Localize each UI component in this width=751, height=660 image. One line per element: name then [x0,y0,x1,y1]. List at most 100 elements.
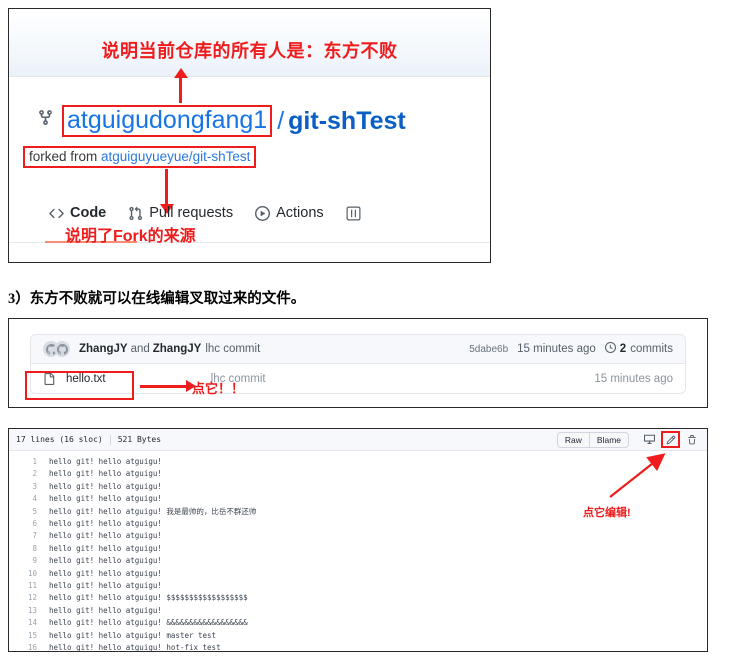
commit-and-label: and [130,343,150,355]
forked-from-label: forked from [29,149,102,164]
file-commit-time: 15 minutes ago [594,372,673,385]
line-number: 6 [32,519,37,529]
commit-message[interactable]: lhc commit [205,343,260,355]
line-number: 8 [32,543,37,553]
repo-name-link[interactable]: git-shTest [288,107,406,136]
blob-byte-size: 521 Bytes [117,435,162,444]
tab-code-label: Code [70,205,107,221]
line-number: 1 [32,457,37,466]
line-content: hello git! hello atguigu! [49,581,162,591]
code-row: 11 hello git! hello atguigu! [9,580,707,592]
line-content: hello git! hello atguigu! [49,543,162,553]
line-number: 11 [27,581,37,591]
repo-owner-link[interactable]: atguigudongfang1 [67,106,267,134]
line-content: hello git! hello atguigu! master test [49,630,217,640]
trash-icon[interactable] [683,432,700,447]
commit-author-secondary[interactable]: ZhangJY [153,343,202,355]
blob-meta: 17 lines (16 sloc) 521 Bytes [16,434,162,445]
code-row: 1 hello git! hello atguigu! [9,456,707,468]
line-number: 3 [32,481,37,491]
line-content: hello git! hello atguigu! 我是最帅的，比岳不群还帅 [49,506,257,516]
line-number: 2 [32,469,37,479]
line-number: 13 [27,605,37,615]
commit-sha[interactable]: 5dabe6b [469,344,508,355]
tab-code[interactable]: Code [49,205,106,221]
fork-icon [37,108,54,133]
repo-nav-tabs: Code Pull requests Actions [49,205,367,221]
annotation-click-it: 点它！！ [192,381,245,396]
code-row: 8 hello git! hello atguigu! [9,543,707,555]
pull-request-icon [128,206,143,221]
annotation-arrow-up-owner [173,68,188,103]
raw-button[interactable]: Raw [558,433,589,447]
line-number: 15 [27,630,37,640]
code-row: 2 hello git! hello atguigu! [9,468,707,480]
code-row: 12 hello git! hello atguigu! $$$$$$$$$$$$… [9,592,707,604]
clock-history-icon [604,342,616,356]
line-content: hello git! hello atguigu! hot-fix test [49,643,221,652]
line-number: 7 [32,531,37,541]
repo-owner-highlight-box: atguigudongfang1 [62,105,273,137]
code-row: 3 hello git! hello atguigu! [9,481,707,493]
tab-pull-requests[interactable]: Pull requests [128,205,233,221]
line-number: 9 [32,556,37,566]
code-row: 10 hello git! hello atguigu! [9,568,707,580]
commit-time: 15 minutes ago [517,343,596,355]
blob-header: 17 lines (16 sloc) 521 Bytes Raw Blame [9,429,707,451]
commits-count-value: 2 [619,343,627,355]
code-row: 14 hello git! hello atguigu! &&&&&&&&&&&&… [9,617,707,629]
line-number: 5 [32,506,37,516]
line-content: hello git! hello atguigu! [49,457,162,466]
line-content: hello git! hello atguigu! [49,568,162,578]
code-row: 9 hello git! hello atguigu! [9,555,707,567]
forked-from-link[interactable]: atguiguyueyue/git-shTest [101,149,250,164]
tab-actions-label: Actions [276,205,324,221]
code-row: 16 hello git! hello atguigu! hot-fix test [9,642,707,652]
annotation-arrow-down-fork [159,169,174,214]
line-content: hello git! hello atguigu! $$$$$$$$$$$$$$… [49,593,248,603]
avatar-group [43,341,70,357]
repo-header-screenshot: 说明当前仓库的所有人是：东方不败 atguigudongfang1 / git-… [8,8,491,263]
blob-meta-divider [109,434,111,445]
code-viewer: 1 hello git! hello atguigu! 2 hello git! h… [9,451,707,652]
line-number: 16 [27,643,37,652]
page-caption: 3）东方不败就可以在线编辑叉取过来的文件。 [8,291,306,307]
annotation-click-edit: 点它编辑! [583,507,631,519]
line-content: hello git! hello atguigu! [49,494,162,504]
line-content: hello git! hello atguigu! &&&&&&&&&&&&&&… [49,618,248,628]
line-number: 4 [32,494,37,504]
annotation-repo-owner: 说明当前仓库的所有人是：东方不败 [101,41,398,61]
tab-projects[interactable] [346,206,367,221]
pencil-edit-icon[interactable] [661,431,680,448]
line-content: hello git! hello atguigu! [49,469,162,479]
display-icon[interactable] [641,432,658,447]
annotation-arrow-right-file [140,380,196,391]
repo-slash: / [277,106,285,135]
code-row: 15 hello git! hello atguigu! master test [9,630,707,642]
line-content: hello git! hello atguigu! [49,519,162,529]
raw-blame-button-group: Raw Blame [556,431,629,448]
line-content: hello git! hello atguigu! [49,531,162,541]
commits-count-label: commits [630,343,673,355]
blame-button[interactable]: Blame [588,432,628,447]
code-row: 13 hello git! hello atguigu! [9,605,707,617]
line-content: hello git! hello atguigu! [49,605,162,615]
tab-actions[interactable]: Actions [255,205,324,221]
line-number: 12 [27,593,37,603]
tab-pull-requests-label: Pull requests [149,205,234,221]
commits-count[interactable]: 2 commits [604,342,673,356]
line-number: 14 [27,618,37,628]
avatar [54,341,70,357]
line-number: 10 [27,568,37,578]
line-content: hello git! hello atguigu! [49,481,162,491]
blob-line-count: 17 lines (16 sloc) [16,435,103,444]
annotation-fork-source: 说明了Fork的来源 [65,228,196,245]
commit-meta: 5dabe6b 15 minutes ago 2 commits [469,342,673,356]
latest-commit-bar: ZhangJY and ZhangJY lhc commit 5dabe6b 1… [31,335,685,364]
blob-toolbar: Raw Blame [556,431,700,448]
line-content: hello git! hello atguigu! [49,556,162,566]
play-circle-icon [255,205,271,221]
code-icon [49,206,64,221]
commit-author-primary[interactable]: ZhangJY [79,343,128,355]
file-content-screenshot: 17 lines (16 sloc) 521 Bytes Raw Blame 1… [8,428,708,652]
